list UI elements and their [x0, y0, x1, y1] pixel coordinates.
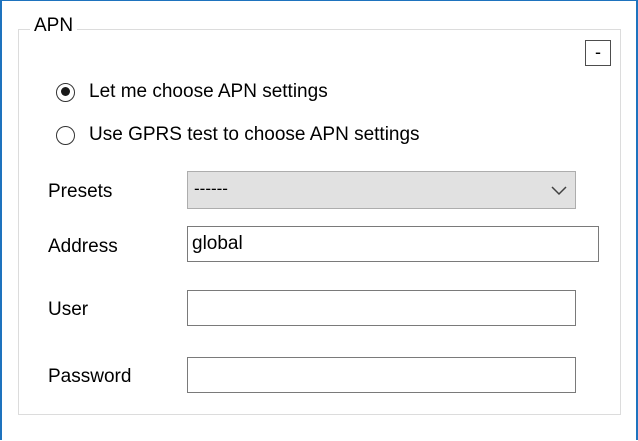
password-label: Password: [48, 366, 132, 387]
address-field[interactable]: [187, 226, 599, 262]
collapse-button[interactable]: -: [585, 40, 611, 66]
radio-let-me-choose[interactable]: Let me choose APN settings: [56, 79, 328, 105]
radio-label-gprs-test: Use GPRS test to choose APN settings: [89, 124, 420, 145]
presets-dropdown[interactable]: ------: [187, 171, 576, 209]
password-field[interactable]: [187, 357, 576, 393]
chevron-down-icon: [551, 186, 567, 196]
apn-group-title: APN: [30, 15, 78, 37]
presets-label: Presets: [48, 181, 113, 202]
radio-label-let-me-choose: Let me choose APN settings: [89, 81, 328, 102]
presets-selected-value: ------: [194, 179, 228, 198]
user-label: User: [48, 299, 89, 320]
address-label: Address: [48, 236, 118, 257]
user-field[interactable]: [187, 290, 576, 326]
radio-selected-icon[interactable]: [56, 82, 75, 102]
radio-unselected-icon[interactable]: [56, 125, 75, 145]
radio-gprs-test[interactable]: Use GPRS test to choose APN settings: [56, 122, 420, 148]
